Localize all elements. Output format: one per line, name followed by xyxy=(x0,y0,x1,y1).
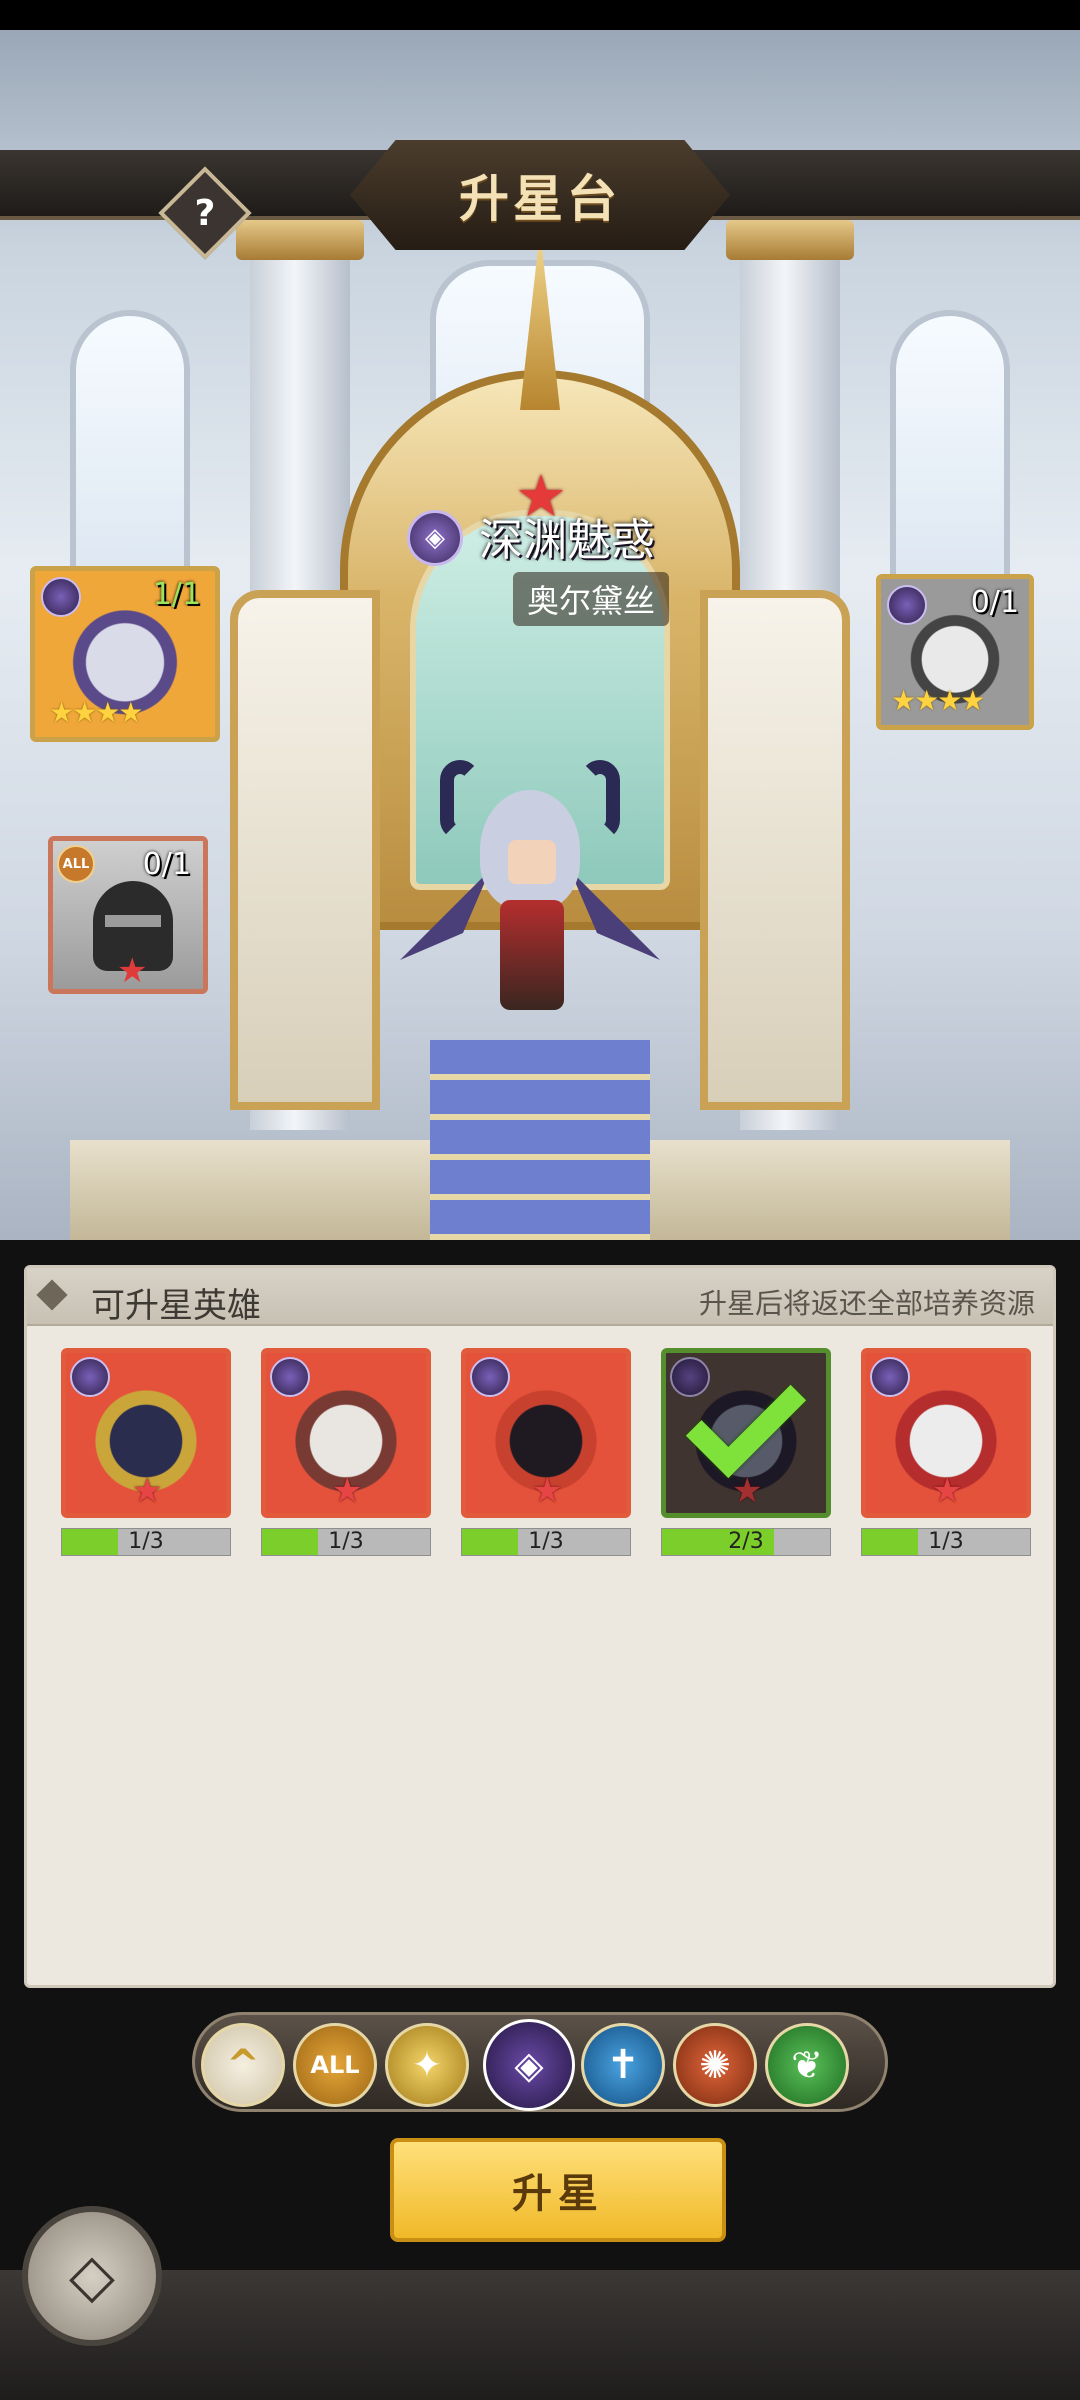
eligible-heroes-panel: 可升星英雄 升星后将返还全部培养资源 ★ 1/3 ★ 1/3 ★ 1/3 ★ 2… xyxy=(24,1265,1056,1988)
star-up-button[interactable]: 升星 xyxy=(390,2138,726,2242)
material-count: 0/1 xyxy=(142,847,191,882)
material-slot-same-hero[interactable]: 1/1 ★★★★ xyxy=(30,566,220,742)
shard-progress: 1/3 xyxy=(261,1528,431,1556)
red-star-icon: ★ xyxy=(132,1471,163,1511)
diamond-icon xyxy=(36,1279,68,1311)
hero-card-selected[interactable]: ★ 2/3 xyxy=(661,1348,831,1556)
red-star-icon: ★ xyxy=(117,951,148,991)
dark-faction-icon xyxy=(670,1357,710,1397)
panel-title: 可升星英雄 xyxy=(91,1286,261,1326)
hero-card[interactable]: ★ 1/3 xyxy=(61,1348,231,1556)
star-rating: ★★★★ xyxy=(891,684,985,717)
filter-nature-faction-icon[interactable]: ❦ xyxy=(765,2023,849,2107)
shard-progress: 1/3 xyxy=(861,1528,1031,1556)
status-bar xyxy=(0,0,1080,30)
page-title: 升星台 xyxy=(459,170,621,228)
material-slot-any-hero[interactable]: ALL 0/1 ★ xyxy=(48,836,208,994)
faction-filter-bar: ^ ALL ✦ ◈ ✝ ✺ ❦ xyxy=(192,2012,888,2112)
carpet xyxy=(430,1040,650,1240)
panel-header: 可升星英雄 升星后将返还全部培养资源 xyxy=(27,1268,1053,1326)
back-button[interactable]: ◇ xyxy=(22,2206,162,2346)
shard-progress: 1/3 xyxy=(461,1528,631,1556)
all-faction-badge: ALL xyxy=(57,845,95,883)
shard-progress: 2/3 xyxy=(661,1528,831,1556)
star-rating: ★★★★ xyxy=(49,696,143,729)
filter-dark-faction-icon[interactable]: ◈ xyxy=(483,2019,575,2111)
red-star-icon: ★ xyxy=(332,1471,363,1511)
back-icon: ◇ xyxy=(68,2241,116,2311)
hero-title: 深渊魅惑 xyxy=(479,515,655,566)
dark-faction-icon xyxy=(470,1357,510,1397)
dark-faction-icon xyxy=(70,1357,110,1397)
dark-faction-icon: ◈ xyxy=(407,510,463,566)
dark-faction-icon xyxy=(870,1357,910,1397)
red-star-icon: ★ xyxy=(932,1471,963,1511)
filter-all-button[interactable]: ALL xyxy=(293,2023,377,2107)
material-slot-faction-hero[interactable]: 0/1 ★★★★ xyxy=(876,574,1034,730)
filter-holy-faction-icon[interactable]: ✝ xyxy=(581,2023,665,2107)
question-icon: ? xyxy=(194,192,216,234)
shard-progress: 1/3 xyxy=(61,1528,231,1556)
dark-faction-icon xyxy=(270,1357,310,1397)
red-star-icon: ★ xyxy=(732,1471,763,1511)
collapse-filter-button[interactable]: ^ xyxy=(201,2023,285,2107)
filter-beast-faction-icon[interactable]: ✺ xyxy=(673,2023,757,2107)
hero-card[interactable]: ★ 1/3 xyxy=(461,1348,631,1556)
red-star-icon: ★ xyxy=(532,1471,563,1511)
dark-faction-icon xyxy=(41,577,81,617)
hero-card[interactable]: ★ 1/3 xyxy=(861,1348,1031,1556)
material-count: 0/1 xyxy=(970,585,1019,620)
material-count: 1/1 xyxy=(152,577,201,612)
target-hero-nameplate: ★ ◈ 深渊魅惑 奥尔黛丝 xyxy=(395,462,715,630)
hero-name: 奥尔黛丝 xyxy=(513,572,670,626)
panel-note: 升星后将返还全部培养资源 xyxy=(698,1287,1035,1320)
hero-card[interactable]: ★ 1/3 xyxy=(261,1348,431,1556)
hero-sprite[interactable] xyxy=(400,750,660,1030)
bottom-bar xyxy=(0,2270,1080,2400)
title-banner: 升星台 xyxy=(0,120,1080,280)
dark-faction-icon xyxy=(887,585,927,625)
filter-light-faction-icon[interactable]: ✦ xyxy=(385,2023,469,2107)
